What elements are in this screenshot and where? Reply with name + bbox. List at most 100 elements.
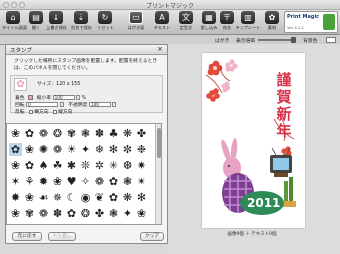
stamp-cell[interactable]: ✽ xyxy=(93,127,106,140)
zoom-slider-knob[interactable] xyxy=(291,37,296,43)
stamp-cell[interactable]: ✵ xyxy=(51,191,64,204)
toolbar-text[interactable]: A テキスト xyxy=(151,11,173,31)
stamp-cell[interactable]: ♠ xyxy=(37,159,50,172)
stamp-cell[interactable]: ☀ xyxy=(65,143,78,156)
stamp-cell[interactable]: ❦ xyxy=(93,191,106,204)
stamp-cell[interactable]: ❋ xyxy=(121,191,134,204)
stamp-cell[interactable]: ✽ xyxy=(51,207,64,220)
toolbar-title-screen[interactable]: ⌂ タイトル画面 xyxy=(2,11,27,31)
color-swatch[interactable] xyxy=(28,95,34,100)
opacity-stepper[interactable] xyxy=(112,102,117,107)
stamp-cell[interactable]: ☾ xyxy=(65,191,78,204)
greeting-text: 謹 賀 新 年 xyxy=(275,71,291,140)
stamp-cell[interactable]: ❂ xyxy=(79,207,92,220)
stamp-cell[interactable]: ✻ xyxy=(135,191,148,204)
redo-button[interactable]: やり直し xyxy=(48,232,76,241)
stamp-cell[interactable]: ✴ xyxy=(135,175,148,188)
background-color-swatch[interactable] xyxy=(326,37,336,43)
stamp-cell[interactable]: ✺ xyxy=(37,143,50,156)
stamp-cell[interactable]: ✿ xyxy=(23,127,36,140)
zoom-slider[interactable] xyxy=(258,39,294,41)
stamp-cell[interactable]: ☘ xyxy=(51,159,64,172)
stamp-cell[interactable]: ✤ xyxy=(93,207,106,220)
stamp-cell[interactable]: ❃ xyxy=(107,207,120,220)
stamp-cell[interactable]: ✻ xyxy=(107,143,120,156)
stamp-grid-scrollbar[interactable] xyxy=(155,124,161,224)
year-text: 2011 xyxy=(247,196,280,210)
stamp-cell[interactable]: ❁ xyxy=(37,207,50,220)
flip-vertical-checkbox[interactable] xyxy=(53,109,58,114)
stamp-cell[interactable]: ✿ xyxy=(65,207,78,220)
zoom-label: 表示倍率 xyxy=(236,39,256,44)
greeting-char-3: 新 xyxy=(276,105,291,123)
stamp-cell[interactable]: ❂ xyxy=(51,127,64,140)
scale-input[interactable]: 100 xyxy=(52,95,75,100)
stamp-cell[interactable]: ❃ xyxy=(79,127,92,140)
undo-button[interactable]: 元に戻す xyxy=(12,232,42,241)
stamp-cell[interactable]: ❀ xyxy=(23,143,36,156)
stamp-cell[interactable]: ❀ xyxy=(135,207,148,220)
stamp-cell[interactable]: ❀ xyxy=(9,159,22,172)
toolbar-template[interactable]: ▥ テンプレート xyxy=(235,11,261,31)
stamp-cell[interactable]: ✹ xyxy=(37,175,50,188)
stamp-cell[interactable]: ✾ xyxy=(23,207,36,220)
logo-mark-icon xyxy=(323,14,335,30)
toolbar-reset[interactable]: ↻ リセット xyxy=(97,11,114,31)
toolbar-open[interactable]: ▤ 開く xyxy=(28,11,44,31)
stamp-cell[interactable]: ❃ xyxy=(121,175,134,188)
stamp-cell[interactable]: ✤ xyxy=(135,127,148,140)
stamp-cell[interactable]: ❋ xyxy=(121,127,134,140)
stamp-cell[interactable]: ✿ xyxy=(107,191,120,204)
stamp-cell[interactable]: ✸ xyxy=(9,191,22,204)
opacity-input[interactable]: 100 xyxy=(88,102,111,107)
clear-button[interactable]: クリア xyxy=(140,232,164,241)
canvas-status: 画像9個 ＋ テキスト0個 xyxy=(227,232,277,237)
toolbar-material[interactable]: ✿ 素材 xyxy=(264,11,280,31)
stamp-cell[interactable]: ✱ xyxy=(65,159,78,172)
stamp-cell[interactable]: ✧ xyxy=(79,175,92,188)
stamp-cell[interactable]: ☙ xyxy=(37,191,50,204)
stamp-cell[interactable]: ❁ xyxy=(51,143,64,156)
stamp-cell-selected[interactable]: ✿ xyxy=(9,143,22,156)
stamp-cell[interactable]: ❁ xyxy=(93,175,106,188)
save-as-icon: ⇣ xyxy=(74,11,88,24)
stamp-cell[interactable]: ✦ xyxy=(79,143,92,156)
postcard-canvas[interactable]: 2011 謹 賀 新 年 xyxy=(202,53,305,228)
stamp-cell[interactable]: ♥ xyxy=(65,175,78,188)
stamp-cell[interactable]: ⚘ xyxy=(23,175,36,188)
toolbar-card-face[interactable]: ▭ はがき面 xyxy=(125,11,147,31)
scale-stepper[interactable] xyxy=(76,95,81,100)
stamp-cell[interactable]: ✷ xyxy=(135,159,148,172)
stamp-cell[interactable]: ◉ xyxy=(79,191,92,204)
toolbar-address[interactable]: 〒宛名 xyxy=(219,11,235,31)
toolbar-template-text[interactable]: 文定型文 xyxy=(176,11,196,31)
stamp-cell[interactable]: ✿ xyxy=(23,159,36,172)
stamp-cell[interactable]: ❀ xyxy=(9,127,22,140)
stamp-cell[interactable]: ✲ xyxy=(93,159,106,172)
stamp-cell[interactable]: ❀ xyxy=(23,191,36,204)
stamp-cell[interactable]: ❊ xyxy=(79,159,92,172)
stamp-cell[interactable]: ❆ xyxy=(121,159,134,172)
stamp-cell[interactable]: ❁ xyxy=(37,127,50,140)
flip-horizontal-checkbox[interactable] xyxy=(29,109,34,114)
toolbar-save[interactable]: ↓ 上書き保存 xyxy=(46,11,67,31)
stamp-cell[interactable]: ✿ xyxy=(107,175,120,188)
postcard-artwork: 2011 謹 賀 新 年 xyxy=(205,59,296,215)
rotate-input[interactable]: 0 xyxy=(26,102,59,107)
stamp-cell[interactable]: ✼ xyxy=(121,143,134,156)
scrollbar-thumb[interactable] xyxy=(157,128,161,158)
stamp-cell[interactable]: ♣ xyxy=(107,127,120,140)
stamp-cell[interactable]: ❉ xyxy=(135,143,148,156)
toolbar-save-as[interactable]: ⇣ 別名で保存 xyxy=(71,11,92,31)
stamp-cell[interactable]: ✦ xyxy=(121,207,134,220)
toolbar-merge[interactable]: ▦ 差し込み xyxy=(199,11,219,31)
reset-icon: ↻ xyxy=(98,11,112,24)
close-icon[interactable]: × xyxy=(157,45,163,53)
stamp-cell[interactable]: ❀ xyxy=(51,175,64,188)
rotate-stepper[interactable] xyxy=(59,102,64,107)
stamp-cell[interactable]: ❀ xyxy=(9,207,22,220)
stamp-cell[interactable]: ✾ xyxy=(65,127,78,140)
stamp-cell[interactable]: ✳ xyxy=(107,159,120,172)
stamp-cell[interactable]: ✶ xyxy=(9,175,22,188)
stamp-cell[interactable]: ❄ xyxy=(93,143,106,156)
